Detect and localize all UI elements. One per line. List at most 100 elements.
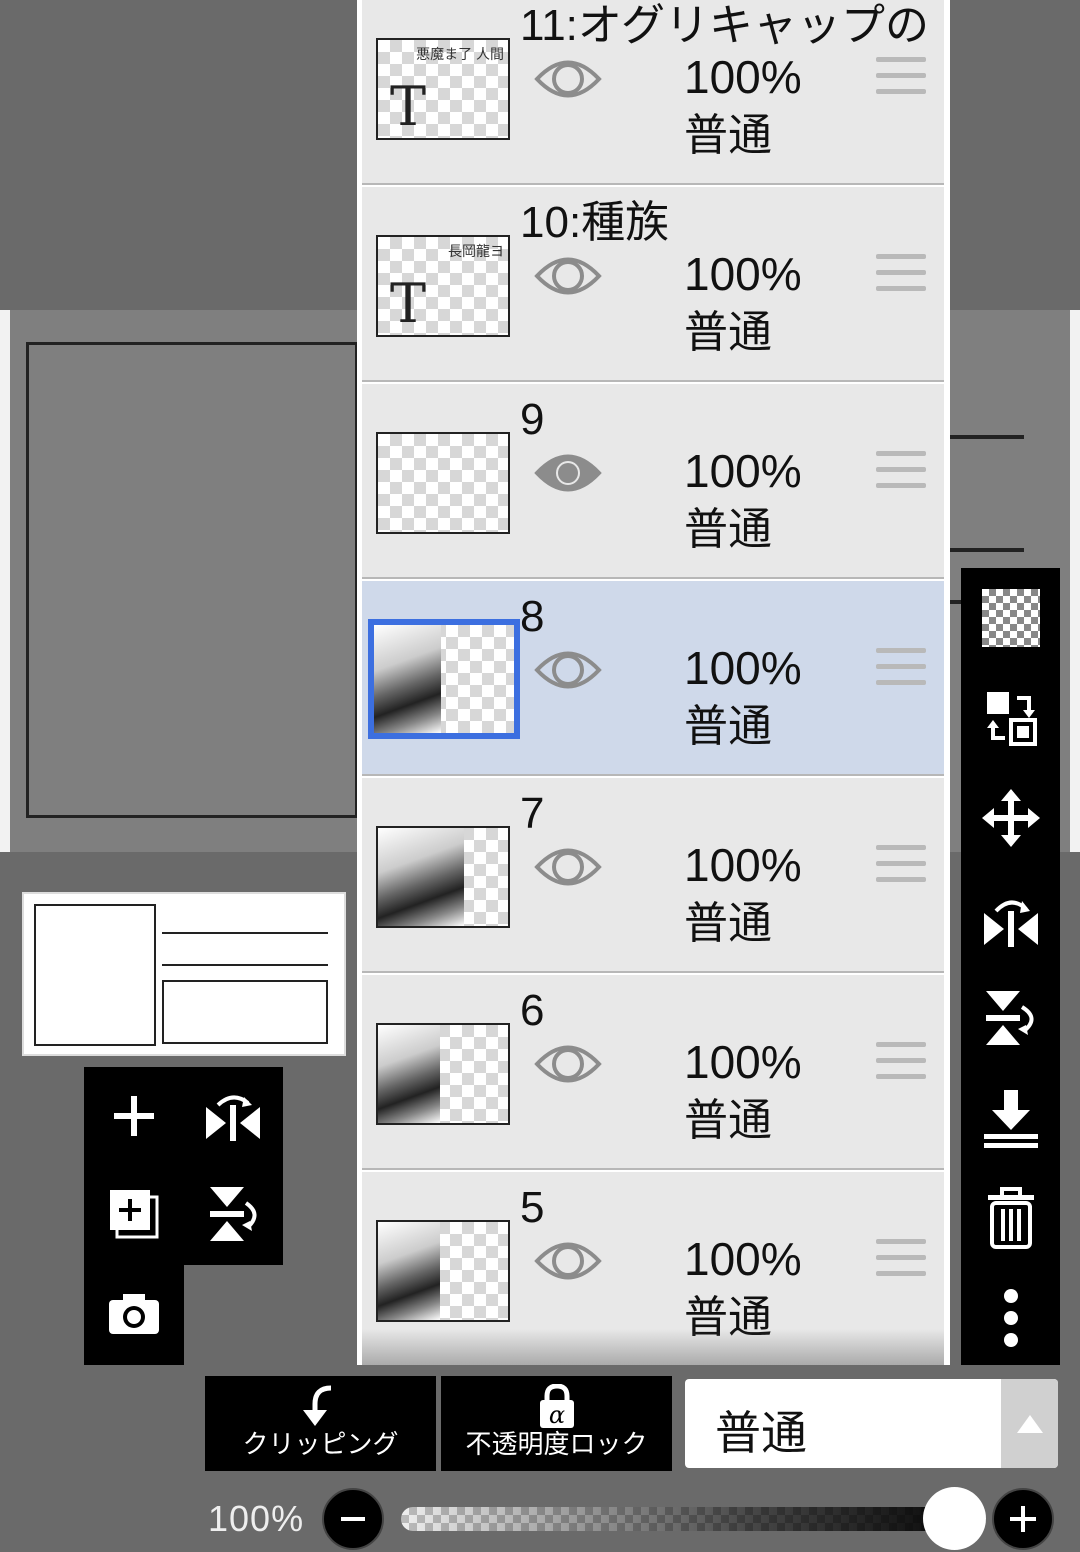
drag-handle-icon[interactable] [876,57,926,101]
layer-thumbnail [376,1023,510,1125]
move-button[interactable] [961,768,1060,868]
layer-thumbnail [376,826,510,928]
more-button[interactable] [961,1268,1060,1368]
add-copy-layer-icon [110,1190,159,1239]
layer-row[interactable]: 悪魔ま了 人間 T 11:オグリキャップの 100% 普通 [362,0,944,185]
layer-row[interactable]: 長岡龍ヨ T 10:種族 100% 普通 [362,187,944,382]
opacity-slider-knob[interactable] [923,1487,986,1550]
blend-mode-value: 普通 [715,1407,807,1459]
opacity-label: 100% [208,1498,305,1539]
merge-down-icon [983,1090,1038,1148]
drag-handle-icon[interactable] [876,648,926,692]
layer-blend-mode: 普通 [684,505,772,554]
canvas-frame [26,342,358,818]
camera-button[interactable] [84,1265,184,1363]
canvas-edge-left [0,310,10,852]
layer-opacity: 100% [684,1036,802,1088]
merge-down-button[interactable] [961,1068,1060,1168]
visibility-eye-icon[interactable] [534,249,602,303]
layer-blend-mode: 普通 [684,111,772,160]
flip-horizontal-icon [983,900,1038,947]
transparency-button[interactable] [961,568,1060,668]
layer-thumbnail-art [374,625,442,733]
layer-row[interactable]: 9 100% 普通 [362,384,944,579]
delete-layer-button[interactable] [961,1168,1060,1268]
text-layer-icon: T [390,75,427,138]
layer-opacity: 100% [684,642,802,694]
visibility-eye-icon[interactable] [534,840,602,894]
canvas-line [950,435,1024,439]
opacity-increase-button[interactable] [992,1488,1054,1550]
layer-name: 5 [520,1183,545,1232]
blend-mode-select[interactable]: 普通 [685,1379,1058,1468]
layer-toolbar [961,568,1060,1365]
clipping-button[interactable]: クリッピング [205,1376,436,1471]
text-layer-icon: T [390,272,427,335]
drag-handle-icon[interactable] [876,1042,926,1086]
navigator-preview[interactable] [22,892,346,1056]
add-copy-layer-button[interactable] [84,1165,184,1263]
drag-handle-icon[interactable] [876,451,926,495]
visibility-eye-icon[interactable] [534,52,602,106]
flip-horizontal-icon [206,1095,260,1141]
drag-handle-icon[interactable] [876,1239,926,1283]
opacity-decrease-button[interactable] [322,1488,384,1550]
navigator-line [162,932,328,934]
canvas-line [950,548,1024,552]
flip-layer-vertical-button[interactable] [961,968,1060,1068]
minus-icon [341,1517,365,1521]
trash-icon [987,1187,1034,1249]
layer-row[interactable]: 6 100% 普通 [362,975,944,1170]
layer-thumbnail [368,619,520,739]
layer-name: 6 [520,986,545,1035]
layer-opacity: 100% [684,1233,802,1285]
visibility-eye-icon[interactable] [534,643,602,697]
layer-thumbnail [376,1220,510,1322]
add-layer-icon [114,1096,154,1136]
layer-blend-mode: 普通 [684,1096,772,1145]
layer-name: 10:種族 [520,198,670,247]
opacity-slider[interactable] [401,1507,986,1531]
more-icon [1003,1289,1018,1347]
flip-vertical-icon [985,991,1033,1045]
layer-panel: 悪魔ま了 人間 T 11:オグリキャップの 100% 普通 長岡龍ヨ T 10:種族 100% 普… [357,0,950,1365]
layer-opacity: 100% [684,51,802,103]
layer-row[interactable]: 5 100% 普通 [362,1172,944,1365]
layer-row[interactable]: 7 100% 普通 [362,778,944,973]
opacity-lock-button[interactable]: α 不透明度ロック [441,1376,672,1471]
plus-icon [1010,1506,1036,1532]
drag-handle-icon[interactable] [876,254,926,298]
swap-layer-button[interactable] [961,668,1060,768]
chevron-up-icon [1001,1379,1058,1468]
layer-name: 9 [520,395,545,444]
layer-blend-mode: 普通 [684,308,772,357]
layer-thumbnail-art [378,1222,441,1320]
flip-layer-horizontal-button[interactable] [961,868,1060,968]
layer-thumbnail-art [378,1025,441,1123]
layer-name: 11:オグリキャップの [520,1,930,50]
drag-handle-icon[interactable] [876,845,926,889]
layer-thumbnail-art [378,828,464,926]
visibility-eye-icon[interactable] [534,446,602,500]
layer-row[interactable]: 8 100% 普通 [362,581,944,776]
visibility-eye-icon[interactable] [534,1037,602,1091]
clipping-label: クリッピング [242,1429,399,1459]
layer-opacity: 100% [684,248,802,300]
flip-canvas-vertical-button[interactable] [183,1165,283,1263]
visibility-eye-icon[interactable] [534,1234,602,1288]
flip-canvas-horizontal-button[interactable] [183,1067,283,1165]
flip-vertical-icon [210,1187,257,1241]
layer-blend-mode: 普通 [684,1293,772,1342]
layer-name: 7 [520,789,545,838]
camera-icon [109,1294,159,1334]
layer-blend-mode: 普通 [684,702,772,751]
add-layer-button[interactable] [84,1067,184,1165]
layer-thumbnail-text: 悪魔ま了 人間 [416,46,504,62]
layer-thumbnail: 悪魔ま了 人間 T [376,38,510,140]
canvas-edge-right [1070,310,1080,852]
layer-thumbnail [376,432,510,534]
navigator-box [162,980,328,1044]
layer-name: 8 [520,592,545,641]
layer-thumbnail: 長岡龍ヨ T [376,235,510,337]
layer-blend-mode: 普通 [684,899,772,948]
